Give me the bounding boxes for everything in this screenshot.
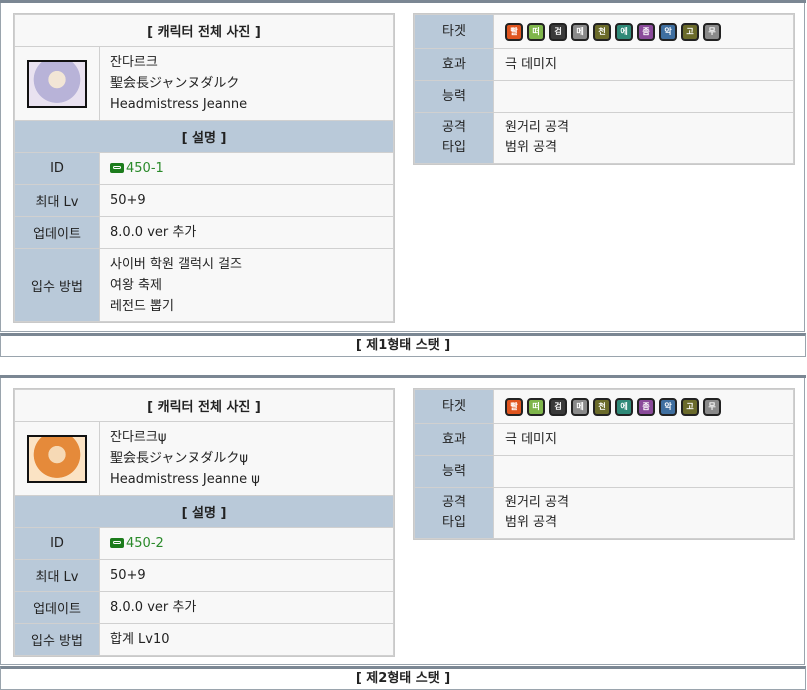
max-level-value: 50+9 <box>99 559 394 592</box>
obtain-label: 입수 방법 <box>14 623 100 656</box>
floating-target-icon[interactable]: 떠 <box>527 22 545 41</box>
name-japanese: 聖会長ジャンヌダルク <box>110 76 240 91</box>
target-label: 타겟 <box>414 389 494 424</box>
relic-target-icon[interactable]: 악 <box>659 22 677 41</box>
attack-type-label: 타입 <box>442 515 466 530</box>
id-link[interactable]: 450-2 <box>126 536 164 551</box>
update-value: 8.0.0 ver 추가 <box>99 216 394 249</box>
max-level-label: 최대 Lv <box>14 184 100 217</box>
attack-type-value: 원거리 공격 <box>505 495 569 510</box>
white-target-icon[interactable]: 무 <box>703 22 721 41</box>
obtain-method: 합계 Lv10 <box>110 632 170 647</box>
red-target-icon[interactable]: 빨 <box>505 22 523 41</box>
attack-type-label: 공격 <box>442 495 466 510</box>
id-label: ID <box>14 152 100 185</box>
photo-header: [ 캐릭터 전체 사진 ] <box>14 14 394 47</box>
id-label: ID <box>14 527 100 560</box>
form1-stats-table: 타겟 빨떠검메천에좀악고무 효과 극 데미지 능력 공격 타입 원거리 공격 범… <box>413 13 795 165</box>
form1-info-table: [ 캐릭터 전체 사진 ] 잔다르크 聖会長ジャンヌダルク Headmistre… <box>13 13 395 323</box>
zombie-target-icon[interactable]: 좀 <box>637 22 655 41</box>
angel-target-icon[interactable]: 천 <box>593 397 611 416</box>
ability-value <box>493 455 794 488</box>
ability-label: 능력 <box>414 80 494 113</box>
obtain-method: 레전드 뽑기 <box>110 298 174 314</box>
max-level-value: 50+9 <box>99 184 394 217</box>
effect-value: 극 데미지 <box>493 48 794 81</box>
alien-target-icon[interactable]: 에 <box>615 397 633 416</box>
character-portrait[interactable] <box>27 59 87 108</box>
effect-label: 효과 <box>414 48 494 81</box>
description-header: [ 설명 ] <box>14 495 394 528</box>
update-label: 업데이트 <box>14 591 100 624</box>
zombie-target-icon[interactable]: 좀 <box>637 397 655 416</box>
attack-type-label: 타입 <box>442 140 466 155</box>
relic-target-icon[interactable]: 악 <box>659 397 677 416</box>
update-value: 8.0.0 ver 추가 <box>99 591 394 624</box>
name-korean: 잔다르크ψ <box>110 430 167 445</box>
form2-stats-banner[interactable]: [ 제2형태 스탯 ] <box>0 666 806 690</box>
photo-header: [ 캐릭터 전체 사진 ] <box>14 389 394 422</box>
effect-label: 효과 <box>414 423 494 456</box>
black-target-icon[interactable]: 검 <box>549 397 567 416</box>
form2-stats-table: 타겟 빨떠검메천에좀악고무 효과 극 데미지 능력 공격 타입 원거리 공격 범… <box>413 388 795 540</box>
name-japanese: 聖会長ジャンヌダルクψ <box>110 451 248 466</box>
form1-stats-banner[interactable]: [ 제1형태 스탯 ] <box>0 333 806 357</box>
id-link[interactable]: 450-1 <box>126 161 164 176</box>
black-target-icon[interactable]: 검 <box>549 22 567 41</box>
attack-type-value: 범위 공격 <box>505 515 557 530</box>
obtain-method: 여왕 축제 <box>110 277 162 293</box>
obtain-label: 입수 방법 <box>14 248 100 322</box>
target-label: 타겟 <box>414 14 494 49</box>
description-header: [ 설명 ] <box>14 120 394 153</box>
red-target-icon[interactable]: 빨 <box>505 397 523 416</box>
alien-target-icon[interactable]: 에 <box>615 22 633 41</box>
name-english: Headmistress Jeanne <box>110 97 248 112</box>
aku-target-icon[interactable]: 고 <box>681 397 699 416</box>
character-portrait[interactable] <box>27 434 87 483</box>
link-icon[interactable] <box>110 538 124 548</box>
floating-target-icon[interactable]: 떠 <box>527 397 545 416</box>
update-label: 업데이트 <box>14 216 100 249</box>
attack-type-value: 범위 공격 <box>505 140 557 155</box>
target-icons: 빨떠검메천에좀악고무 <box>494 22 793 41</box>
attack-type-value: 원거리 공격 <box>505 120 569 135</box>
target-icons: 빨떠검메천에좀악고무 <box>494 397 793 416</box>
attack-type-label: 공격 <box>442 120 466 135</box>
metal-target-icon[interactable]: 메 <box>571 22 589 41</box>
max-level-label: 최대 Lv <box>14 559 100 592</box>
effect-value: 극 데미지 <box>493 423 794 456</box>
link-icon[interactable] <box>110 163 124 173</box>
ability-label: 능력 <box>414 455 494 488</box>
aku-target-icon[interactable]: 고 <box>681 22 699 41</box>
name-korean: 잔다르크 <box>110 55 158 70</box>
metal-target-icon[interactable]: 메 <box>571 397 589 416</box>
angel-target-icon[interactable]: 천 <box>593 22 611 41</box>
form2-info-table: [ 캐릭터 전체 사진 ] 잔다르크ψ 聖会長ジャンヌダルクψ Headmist… <box>13 388 395 657</box>
name-english: Headmistress Jeanne ψ <box>110 472 260 487</box>
white-target-icon[interactable]: 무 <box>703 397 721 416</box>
ability-value <box>493 80 794 113</box>
obtain-method: 사이버 학원 갤럭시 걸즈 <box>110 256 242 272</box>
